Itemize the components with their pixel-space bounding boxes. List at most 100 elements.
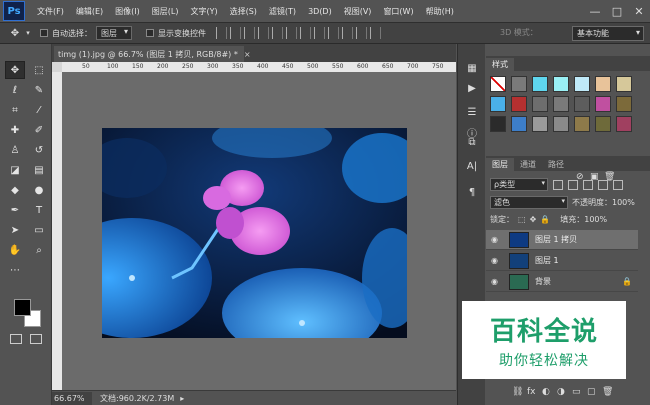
- chevron-down-icon[interactable]: ▾: [24, 25, 32, 41]
- workspace-dropdown[interactable]: 基本功能: [572, 26, 644, 41]
- mask-icon[interactable]: ◐: [542, 387, 557, 397]
- rectangle-tool-icon[interactable]: ▭: [29, 221, 49, 239]
- align-middle-icon[interactable]: [230, 27, 241, 39]
- document-tab[interactable]: timg (1).jpg @ 66.7% (图层 1 拷贝, RGB/8#) *…: [54, 46, 251, 62]
- auto-select-checkbox[interactable]: [40, 29, 48, 37]
- visibility-eye-icon[interactable]: ◉: [491, 235, 505, 244]
- quick-mask-icon[interactable]: [10, 334, 22, 344]
- tab-paths[interactable]: 路径: [542, 158, 570, 171]
- menu-type[interactable]: 文字(Y): [190, 6, 217, 17]
- eyedropper-tool-icon[interactable]: ⁄: [29, 101, 49, 119]
- style-swatch[interactable]: [616, 96, 632, 112]
- more-tools-icon[interactable]: ⋯: [5, 261, 25, 279]
- adjustment-icon[interactable]: ◑: [557, 387, 572, 397]
- style-swatch[interactable]: [595, 96, 611, 112]
- paragraph-panel-icon[interactable]: ¶: [464, 184, 480, 200]
- style-swatch[interactable]: [532, 116, 548, 132]
- style-swatch[interactable]: [511, 116, 527, 132]
- style-swatch[interactable]: [574, 96, 590, 112]
- distribute-top-icon[interactable]: [300, 27, 311, 39]
- style-swatch[interactable]: [553, 96, 569, 112]
- align-right-icon[interactable]: [286, 27, 297, 39]
- screen-mode-icon[interactable]: [30, 334, 42, 344]
- brush-tool-icon[interactable]: ✐: [29, 121, 49, 139]
- menu-file[interactable]: 文件(F): [37, 6, 64, 17]
- zoom-tool-icon[interactable]: ⌕: [29, 241, 49, 259]
- distribute-center-icon[interactable]: [356, 27, 367, 39]
- pixel-filter-icon[interactable]: [553, 179, 563, 190]
- history-brush-icon[interactable]: ↺: [29, 141, 49, 159]
- style-swatch[interactable]: [616, 76, 632, 92]
- visibility-eye-icon[interactable]: ◉: [491, 256, 505, 265]
- distribute-left-icon[interactable]: [342, 27, 353, 39]
- fx-icon[interactable]: fx: [527, 387, 542, 397]
- menu-help[interactable]: 帮助(H): [426, 6, 454, 17]
- style-swatch[interactable]: [616, 116, 632, 132]
- style-swatch[interactable]: [595, 76, 611, 92]
- align-top-icon[interactable]: [216, 27, 227, 39]
- history-panel-icon[interactable]: ▦: [464, 60, 480, 76]
- style-swatch[interactable]: [490, 76, 506, 92]
- menu-3d[interactable]: 3D(D): [308, 7, 332, 16]
- lock-all-icon[interactable]: 🔒: [540, 215, 550, 224]
- smart-filter-icon[interactable]: [613, 179, 623, 190]
- link-icon[interactable]: ⛓: [512, 387, 527, 397]
- style-swatch[interactable]: [553, 116, 569, 132]
- vertical-ruler[interactable]: [52, 62, 62, 390]
- type-filter-icon[interactable]: [583, 179, 593, 190]
- status-menu-icon[interactable]: ▸: [180, 394, 184, 403]
- style-swatch[interactable]: [532, 76, 548, 92]
- canvas-area[interactable]: [62, 72, 456, 390]
- crop-tool-icon[interactable]: ⌗: [5, 101, 25, 119]
- align-center-icon[interactable]: [272, 27, 283, 39]
- layer-row[interactable]: ◉ 背景 🔒: [486, 272, 638, 292]
- horizontal-ruler[interactable]: 50 100 150 200 250 300 350 400 450 500 5…: [62, 62, 456, 72]
- clone-source-icon[interactable]: ⧉: [464, 134, 480, 150]
- path-select-icon[interactable]: ➤: [5, 221, 25, 239]
- blur-tool-icon[interactable]: ◆: [5, 181, 25, 199]
- dodge-tool-icon[interactable]: ●: [29, 181, 49, 199]
- character-panel-icon[interactable]: A|: [464, 158, 480, 174]
- distribute-middle-icon[interactable]: [314, 27, 325, 39]
- hand-tool-icon[interactable]: ✋: [5, 241, 25, 259]
- show-transform-checkbox[interactable]: [146, 29, 154, 37]
- lasso-tool-icon[interactable]: ℓ: [5, 81, 25, 99]
- gradient-tool-icon[interactable]: ▤: [29, 161, 49, 179]
- menu-layer[interactable]: 图层(L): [152, 6, 179, 17]
- folder-icon[interactable]: ▭: [572, 387, 587, 397]
- close-icon[interactable]: ×: [244, 50, 251, 59]
- adjust-filter-icon[interactable]: [568, 179, 578, 190]
- visibility-eye-icon[interactable]: ◉: [491, 277, 505, 286]
- auto-select-dropdown[interactable]: 图层: [96, 26, 132, 40]
- properties-panel-icon[interactable]: ☰: [464, 104, 480, 120]
- menu-window[interactable]: 窗口(W): [383, 6, 413, 17]
- move-tool-icon[interactable]: ✥: [6, 25, 24, 41]
- close-button[interactable]: ✕: [628, 0, 650, 22]
- blend-mode-dropdown[interactable]: 滤色: [490, 196, 568, 209]
- opacity-value[interactable]: 100%: [612, 198, 635, 207]
- healing-brush-icon[interactable]: ✚: [5, 121, 25, 139]
- menu-image[interactable]: 图像(I): [115, 6, 140, 17]
- style-swatch[interactable]: [595, 116, 611, 132]
- style-swatch[interactable]: [574, 76, 590, 92]
- maximize-button[interactable]: □: [606, 0, 628, 22]
- eraser-tool-icon[interactable]: ◪: [5, 161, 25, 179]
- layer-row[interactable]: ◉ 图层 1 拷贝: [486, 230, 638, 250]
- style-swatch[interactable]: [511, 96, 527, 112]
- lock-pixels-icon[interactable]: ⬚: [518, 215, 526, 224]
- layer-row[interactable]: ◉ 图层 1: [486, 251, 638, 271]
- menu-edit[interactable]: 编辑(E): [76, 6, 103, 17]
- marquee-tool-icon[interactable]: ⬚: [29, 61, 49, 79]
- ruler-origin[interactable]: [52, 62, 62, 72]
- style-swatch[interactable]: [574, 116, 590, 132]
- lock-position-icon[interactable]: ✥: [530, 215, 537, 224]
- style-swatch[interactable]: [511, 76, 527, 92]
- pen-tool-icon[interactable]: ✒: [5, 201, 25, 219]
- actions-panel-icon[interactable]: ▶: [464, 80, 480, 96]
- tab-channels[interactable]: 通道: [514, 158, 542, 171]
- zoom-level-field[interactable]: 66.67%: [52, 391, 92, 405]
- menu-filter[interactable]: 滤镜(T): [269, 6, 296, 17]
- menu-select[interactable]: 选择(S): [230, 6, 257, 17]
- shape-filter-icon[interactable]: [598, 179, 608, 190]
- tab-layers[interactable]: 图层: [486, 158, 514, 171]
